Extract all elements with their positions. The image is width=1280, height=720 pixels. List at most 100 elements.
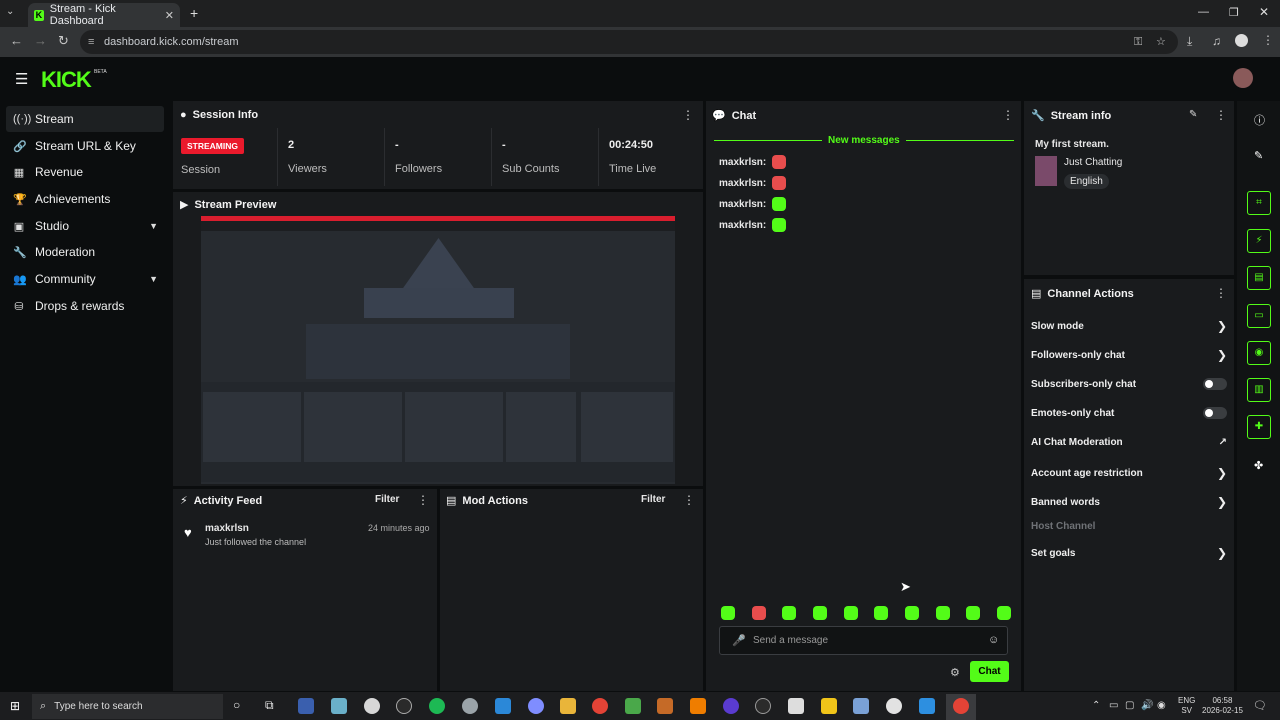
download-icon[interactable]: ⤓	[1187, 34, 1192, 49]
edit-pencil-icon[interactable]: ✎	[1189, 109, 1197, 120]
input-language[interactable]: ENG SV	[1178, 696, 1195, 716]
pencil-icon[interactable]: ✎	[1254, 149, 1263, 162]
calculator-icon[interactable]	[298, 698, 314, 714]
emote-icon[interactable]	[812, 606, 827, 620]
clock[interactable]: 06:58 2026-02-15	[1202, 696, 1243, 716]
chat-menu-icon[interactable]: ⋮	[1002, 108, 1014, 122]
bookmark-star-icon[interactable]: ☆	[1156, 30, 1166, 54]
chat-username[interactable]: maxkrlsn:	[719, 199, 766, 210]
chat-settings-gear-icon[interactable]: ⚙	[950, 666, 960, 679]
channel-actions-menu-icon[interactable]: ⋮	[1215, 286, 1227, 300]
new-tab-icon[interactable]: +	[190, 5, 198, 21]
mod-menu-icon[interactable]: ⋮	[683, 493, 695, 507]
emote-icon[interactable]	[751, 606, 766, 620]
rail-wrench-icon[interactable]: ✚	[1247, 415, 1271, 439]
hamburger-menu-icon[interactable]: ☰	[15, 70, 28, 88]
category-name[interactable]: Just Chatting	[1064, 157, 1122, 168]
close-tab-icon[interactable]: ✕	[165, 9, 174, 22]
rail-plugin-icon[interactable]: ✤	[1254, 459, 1263, 472]
browser-tab[interactable]: K Stream - Kick Dashboard ✕	[28, 3, 180, 27]
app-icon[interactable]	[690, 698, 706, 714]
microphone-icon[interactable]: 🎤	[732, 634, 746, 647]
window-close-icon[interactable]: ✕	[1259, 5, 1269, 19]
sidebar-item-stream-url-key[interactable]: 🔗 Stream URL & Key	[6, 133, 164, 159]
chrome-icon[interactable]	[592, 698, 608, 714]
chat-input-box[interactable]: 🎤 Send a message ☺	[719, 626, 1008, 655]
telegram-icon[interactable]	[495, 698, 511, 714]
activity-filter-button[interactable]: Filter	[375, 494, 399, 505]
stream-preview-video[interactable]	[201, 216, 675, 484]
taskbar-active-chrome[interactable]	[946, 694, 976, 720]
mod-filter-button[interactable]: Filter	[641, 494, 665, 505]
app-icon[interactable]	[723, 698, 739, 714]
chat-username[interactable]: maxkrlsn:	[719, 157, 766, 168]
activity-user[interactable]: maxkrlsn	[205, 523, 249, 534]
chat-username[interactable]: maxkrlsn:	[719, 220, 766, 231]
notifications-icon[interactable]: 🗨	[1253, 699, 1267, 712]
sidebar-item-revenue[interactable]: ▦ Revenue	[6, 159, 164, 185]
tab-list-icon[interactable]: ⌄	[6, 6, 14, 17]
taskbar-search-box[interactable]: ⌕ Type here to search	[32, 694, 223, 719]
back-icon[interactable]: ←	[10, 33, 23, 48]
session-menu-icon[interactable]: ⋮	[682, 108, 694, 122]
reload-icon[interactable]: ↻	[58, 33, 69, 49]
sidebar-item-studio[interactable]: ▣ Studio ▼	[6, 213, 164, 239]
rail-scan-icon[interactable]: ⌗	[1247, 191, 1271, 215]
action-ai-chat-moderation[interactable]: AI Chat Moderation ↗	[1031, 437, 1227, 448]
chat-username[interactable]: maxkrlsn:	[719, 178, 766, 189]
emote-icon[interactable]	[996, 606, 1011, 620]
app-icon[interactable]	[462, 698, 478, 714]
rail-lightning-icon[interactable]: ⚡	[1247, 229, 1271, 253]
browser-menu-icon[interactable]: ⋮	[1262, 33, 1274, 47]
files-icon[interactable]	[331, 698, 347, 714]
minecraft-icon[interactable]	[625, 698, 641, 714]
action-banned-words[interactable]: Banned words ❯	[1031, 495, 1227, 509]
sidebar-item-drops-rewards[interactable]: ⛁ Drops & rewards	[6, 293, 164, 319]
action-slow-mode[interactable]: Slow mode ❯	[1031, 319, 1227, 333]
stream-info-menu-icon[interactable]: ⋮	[1215, 108, 1227, 122]
emotes-only-toggle[interactable]	[1203, 407, 1227, 419]
url-field[interactable]: ≡ dashboard.kick.com/stream ⚿ ☆	[80, 30, 1178, 54]
volume-icon[interactable]: 🔊	[1141, 700, 1153, 711]
emote-icon[interactable]	[843, 606, 858, 620]
user-avatar[interactable]	[1233, 68, 1253, 88]
rail-layout-icon[interactable]: ▥	[1247, 378, 1271, 402]
app-icon[interactable]	[853, 698, 869, 714]
action-followers-only-chat[interactable]: Followers-only chat ❯	[1031, 348, 1227, 362]
rail-broadcast-icon[interactable]: ◉	[1247, 341, 1271, 365]
battery-icon[interactable]: ▢	[1125, 700, 1134, 711]
action-account-age-restriction[interactable]: Account age restriction ❯	[1031, 466, 1227, 480]
itunes-icon[interactable]	[886, 698, 902, 714]
minimize-icon[interactable]: —	[1198, 6, 1209, 18]
emote-icon[interactable]	[935, 606, 950, 620]
emoji-picker-icon[interactable]: ☺	[988, 634, 999, 646]
rail-chat-icon[interactable]: ▭	[1247, 304, 1271, 328]
action-subscribers-only-chat[interactable]: Subscribers-only chat	[1031, 378, 1227, 390]
emote-icon[interactable]	[904, 606, 919, 620]
windows-start-icon[interactable]: ⊞	[10, 699, 20, 713]
app-icon[interactable]	[821, 698, 837, 714]
sidebar-item-community[interactable]: 👥 Community ▼	[6, 266, 164, 292]
activity-menu-icon[interactable]: ⋮	[417, 493, 429, 507]
tray-overflow-icon[interactable]: ⌃	[1092, 700, 1100, 711]
cortana-icon[interactable]: ○	[233, 698, 240, 712]
rail-document-icon[interactable]: ▤	[1247, 266, 1271, 290]
emote-icon[interactable]	[874, 606, 889, 620]
key-icon[interactable]: ⚿	[1134, 30, 1142, 54]
sidebar-item-achievements[interactable]: 🏆 Achievements	[6, 186, 164, 212]
media-icon[interactable]: ♫	[1212, 34, 1221, 48]
site-info-icon[interactable]: ≡	[88, 30, 94, 54]
network-icon[interactable]: ▭	[1109, 700, 1118, 711]
emote-icon[interactable]	[966, 606, 981, 620]
spotify-icon[interactable]	[429, 698, 445, 714]
sidebar-item-moderation[interactable]: 🔧 Moderation	[6, 239, 164, 265]
category-thumbnail[interactable]	[1035, 156, 1057, 186]
send-chat-button[interactable]: Chat	[970, 661, 1009, 682]
profile-avatar-icon[interactable]	[1235, 34, 1248, 47]
app-icon[interactable]	[919, 698, 935, 714]
folder-icon[interactable]	[560, 698, 576, 714]
action-set-goals[interactable]: Set goals ❯	[1031, 546, 1227, 560]
wifi-icon[interactable]: ◉	[1157, 700, 1166, 711]
forward-icon[interactable]: →	[34, 33, 47, 48]
task-view-icon[interactable]: ⧉	[265, 698, 274, 713]
